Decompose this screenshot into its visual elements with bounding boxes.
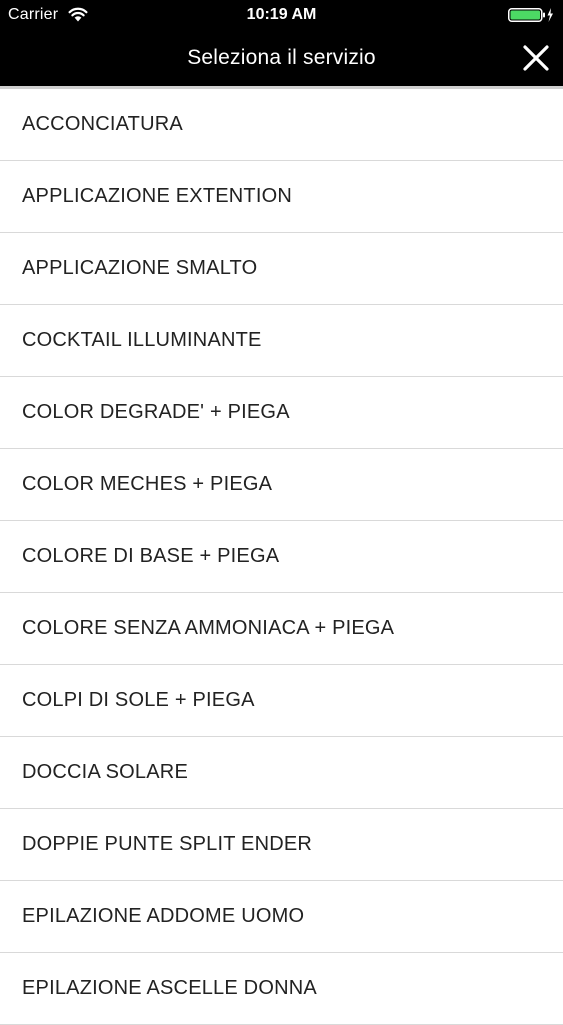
service-item[interactable]: COCKTAIL ILLUMINANTE: [0, 305, 563, 377]
service-label: APPLICAZIONE EXTENTION: [22, 185, 293, 207]
service-item[interactable]: DOCCIA SOLARE: [0, 737, 563, 809]
service-label: APPLICAZIONE SMALTO: [22, 257, 258, 279]
service-label: COCKTAIL ILLUMINANTE: [22, 329, 262, 351]
service-list: ACCONCIATURA APPLICAZIONE EXTENTION APPLIC…: [0, 89, 563, 1025]
service-label: COLOR DEGRADE' + PIEGA: [22, 401, 290, 423]
service-item[interactable]: ACCONCIATURA: [0, 89, 563, 161]
service-item[interactable]: APPLICAZIONE EXTENTION: [0, 161, 563, 233]
nav-bar: Seleziona il servizio: [0, 30, 563, 86]
close-button[interactable]: [516, 40, 556, 76]
service-label: ACCONCIATURA: [22, 113, 183, 135]
service-item[interactable]: COLPI DI SOLE + PIEGA: [0, 665, 563, 737]
battery-icon: [508, 8, 553, 22]
service-item[interactable]: COLORE SENZA AMMONIACA + PIEGA: [0, 593, 563, 665]
close-icon: [523, 45, 549, 71]
service-label: COLOR MECHES + PIEGA: [22, 473, 273, 495]
service-item[interactable]: APPLICAZIONE SMALTO: [0, 233, 563, 305]
status-bar: Carrier 10:19 AM: [0, 0, 563, 30]
page-title: Seleziona il servizio: [187, 46, 376, 69]
bolt-icon: [547, 8, 553, 22]
service-label: DOCCIA SOLARE: [22, 761, 188, 783]
service-label: COLORE SENZA AMMONIACA + PIEGA: [22, 617, 395, 639]
service-label: COLPI DI SOLE + PIEGA: [22, 689, 255, 711]
service-item[interactable]: DOPPIE PUNTE SPLIT ENDER: [0, 809, 563, 881]
status-time: 10:19 AM: [246, 6, 317, 23]
service-label: DOPPIE PUNTE SPLIT ENDER: [22, 833, 313, 855]
service-item[interactable]: EPILAZIONE ADDOME UOMO: [0, 881, 563, 953]
service-label: EPILAZIONE ADDOME UOMO: [22, 905, 305, 927]
service-label: EPILAZIONE ASCELLE DONNA: [22, 977, 317, 999]
service-item[interactable]: EPILAZIONE ASCELLE DONNA: [0, 953, 563, 1025]
service-item[interactable]: COLORE DI BASE + PIEGA: [0, 521, 563, 593]
service-item[interactable]: COLOR MECHES + PIEGA: [0, 449, 563, 521]
service-label: COLORE DI BASE + PIEGA: [22, 545, 280, 567]
service-item[interactable]: COLOR DEGRADE' + PIEGA: [0, 377, 563, 449]
